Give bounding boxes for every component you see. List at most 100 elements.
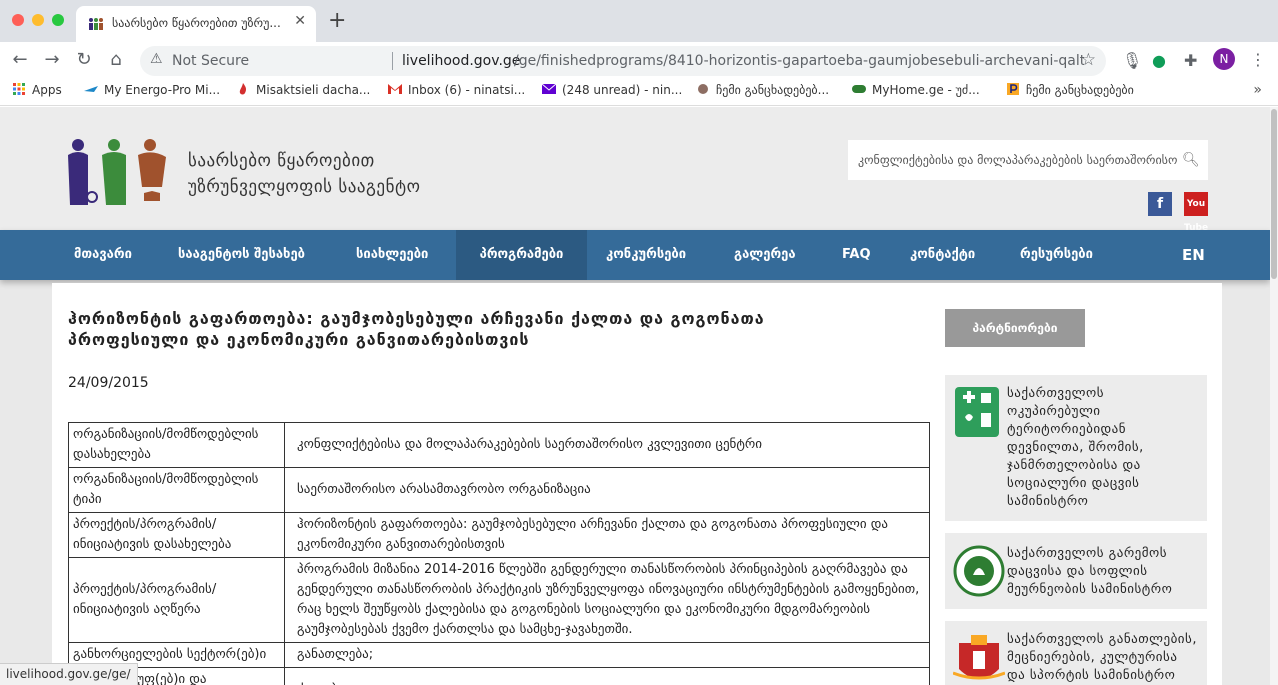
program-details-table: ორგანიზაციის/მომწოდებლის დასახელება კონფ… xyxy=(68,422,930,685)
profile-avatar[interactable]: N xyxy=(1213,48,1235,70)
bookmark-item[interactable]: ჩემი განცხადებებ... xyxy=(696,83,829,97)
nav-item-resources[interactable]: რესურსები xyxy=(1002,230,1111,280)
myhome-icon xyxy=(852,85,866,93)
back-icon[interactable]: ← xyxy=(8,48,32,72)
nav-item-home[interactable]: მთავარი xyxy=(56,230,150,280)
maximize-window-button[interactable] xyxy=(52,14,64,26)
bookmark-label: Misaktsieli dacha... xyxy=(256,83,371,97)
table-row: ორგანიზაციის/მომწოდებლის ტიპი საერთაშორი… xyxy=(68,467,930,513)
bookmark-label: ჩემი განცხადებებ... xyxy=(716,83,830,97)
gmail-icon xyxy=(388,84,402,94)
security-label[interactable]: Not Secure xyxy=(172,53,249,69)
table-value-cell: კონფლიქტებისა და მოლაპარაკებების საერთაშ… xyxy=(284,422,930,468)
agency-logo[interactable] xyxy=(66,135,170,207)
partner-name: საქართველოს ოკუპირებული ტერიტორიებიდან დ… xyxy=(1007,386,1144,509)
warning-icon[interactable]: ⚠ xyxy=(150,51,163,67)
partner-card[interactable]: საქართველოს გარემოს დაცვისა და სოფლის მე… xyxy=(945,533,1207,609)
home-icon[interactable]: ⌂ xyxy=(104,48,128,72)
more-menu-icon[interactable]: ⋮ xyxy=(1250,50,1266,69)
partners-button[interactable]: პარტნიორები xyxy=(945,309,1085,347)
tab-close-icon[interactable]: ✕ xyxy=(294,13,306,29)
bookmarks-overflow-icon[interactable]: » xyxy=(1253,82,1262,98)
youtube-icon[interactable]: You Tube xyxy=(1184,192,1208,233)
flame-icon xyxy=(239,83,247,95)
education-ministry-logo-icon xyxy=(953,635,1005,680)
bookmark-item[interactable]: (248 unread) - nin... xyxy=(542,83,682,97)
nav-item-contact[interactable]: კონტაქტი xyxy=(892,230,993,280)
bookmarks-bar: Apps My Energo-Pro Mi... Misaktsieli dac… xyxy=(0,78,1278,106)
browser-tab-active[interactable]: საარსებო წყაროებით უზრუ... ✕ xyxy=(76,6,316,42)
partner-name: საქართველოს განათლების, მეცნიერების, კულ… xyxy=(1007,632,1197,683)
bookmark-item[interactable]: Inbox (6) - ninatsi... xyxy=(388,83,525,97)
bookmark-item[interactable]: ჩემი განცხადებები xyxy=(1006,83,1134,97)
address-bar[interactable]: ⚠ Not Secure livelihood.gov.ge /ge/finis… xyxy=(140,46,1106,76)
table-key-cell: ორგანიზაციის/მომწოდებლის დასახელება xyxy=(68,422,285,468)
bookmark-label: (248 unread) - nin... xyxy=(562,83,683,97)
parking-icon xyxy=(1007,83,1019,95)
omnibox-divider xyxy=(392,52,393,70)
nav-item-contests[interactable]: კონკურსები xyxy=(588,230,704,280)
site-header: საარსებო წყაროებით უზრუნველყოფის სააგენტ… xyxy=(0,107,1270,233)
page-scrollbar[interactable] xyxy=(1270,107,1278,685)
table-key-cell: პროექტის/პროგრამის/ ინიციატივის აღწერა xyxy=(68,557,285,643)
bookmark-label: MyHome.ge - უძ... xyxy=(872,83,980,97)
nav-item-faq[interactable]: FAQ xyxy=(824,230,889,280)
nav-item-about[interactable]: სააგენტოს შესახებ xyxy=(160,230,323,280)
facebook-icon[interactable]: f xyxy=(1148,192,1172,216)
table-value-cell: ქალები; xyxy=(284,667,930,685)
emblem-icon xyxy=(698,84,708,94)
table-row: პროექტის/პროგრამის/ ინიციატივის დასახელე… xyxy=(68,512,930,558)
browser-toolbar: ← → ↻ ⌂ ⚠ Not Secure livelihood.gov.ge /… xyxy=(0,42,1278,78)
bookmark-label: Apps xyxy=(32,83,62,97)
partner-card[interactable]: საქართველოს განათლების, მეცნიერების, კულ… xyxy=(945,621,1207,685)
forward-icon[interactable]: → xyxy=(40,48,64,72)
bookmark-item[interactable]: My Energo-Pro Mi... xyxy=(84,83,220,97)
close-window-button[interactable] xyxy=(12,14,24,26)
table-key-cell: ორგანიზაციის/მომწოდებლის ტიპი xyxy=(68,467,285,513)
url-path[interactable]: /ge/finishedprograms/8410-horizontis-gap… xyxy=(514,53,1084,69)
table-row: პროექტის/პროგრამის/ ინიციატივის აღწერა პ… xyxy=(68,557,930,643)
page-title: ჰორიზონტის გაფართოება: გაუმჯობესებული არ… xyxy=(68,309,765,349)
table-row: განხორციელების სექტორ(ებ)ი განათლება; xyxy=(68,642,930,668)
bookmark-item[interactable]: MyHome.ge - უძ... xyxy=(852,83,980,97)
bookmark-item[interactable]: Misaktsieli dacha... xyxy=(236,83,370,97)
yahoo-mail-icon xyxy=(542,83,556,94)
post-date: 24/09/2015 xyxy=(68,375,149,391)
extension-icon[interactable]: ● xyxy=(1152,51,1166,70)
url-host[interactable]: livelihood.gov.ge xyxy=(402,53,520,69)
bookmark-label: Inbox (6) - ninatsi... xyxy=(408,83,526,97)
partner-card[interactable]: საქართველოს ოკუპირებული ტერიტორიებიდან დ… xyxy=(945,375,1207,521)
site-favicon-icon xyxy=(89,18,103,30)
bookmark-label: ჩემი განცხადებები xyxy=(1026,83,1134,97)
energo-pro-icon xyxy=(84,86,98,92)
nav-item-gallery[interactable]: გალერეა xyxy=(716,230,814,280)
link-status-bar: livelihood.gov.ge/ge/ xyxy=(0,663,138,685)
reload-icon[interactable]: ↻ xyxy=(72,48,96,72)
agency-name-line1: საარსებო წყაროებით xyxy=(188,151,375,171)
table-value-cell: ჰორიზონტის გაფართოება: გაუმჯობესებული არ… xyxy=(284,512,930,558)
table-value-cell: განათლება; xyxy=(284,642,930,668)
table-row: სამიზნე ჯგუფ(ებ)ი და ბენეფიციარები ქალებ… xyxy=(68,667,930,685)
new-tab-button[interactable]: + xyxy=(328,8,346,33)
web-page: საარსებო წყაროებით უზრუნველყოფის სააგენტ… xyxy=(0,107,1278,685)
bookmark-item[interactable]: Apps xyxy=(12,83,62,97)
scrollbar-thumb[interactable] xyxy=(1271,109,1277,279)
tab-title: საარსებო წყაროებით უზრუ... xyxy=(112,16,281,30)
microphone-icon[interactable]: 🎙︎ xyxy=(1122,51,1142,70)
search-icon[interactable]: 🔍︎ xyxy=(1182,152,1200,168)
language-switch[interactable]: EN xyxy=(1182,230,1205,280)
nav-item-news[interactable]: სიახლეები xyxy=(338,230,446,280)
agency-name-line2: უზრუნველყოფის სააგენტო xyxy=(188,177,421,197)
site-search-input[interactable] xyxy=(848,140,1208,180)
main-navigation: მთავარი სააგენტოს შესახებ სიახლეები პროგ… xyxy=(0,230,1270,280)
health-ministry-logo-icon xyxy=(955,387,999,437)
puzzle-icon[interactable]: ✚ xyxy=(1184,51,1197,70)
minimize-window-button[interactable] xyxy=(32,14,44,26)
partner-name: საქართველოს გარემოს დაცვისა და სოფლის მე… xyxy=(1007,546,1173,597)
environment-ministry-logo-icon xyxy=(953,545,1005,597)
apps-grid-icon xyxy=(13,83,25,95)
table-row: ორგანიზაციის/მომწოდებლის დასახელება კონფ… xyxy=(68,422,930,468)
table-value-cell: საერთაშორისო არასამთავრობო ორგანიზაცია xyxy=(284,467,930,513)
bookmark-star-icon[interactable]: ☆ xyxy=(1081,50,1096,70)
nav-item-programs[interactable]: პროგრამები xyxy=(456,230,587,280)
